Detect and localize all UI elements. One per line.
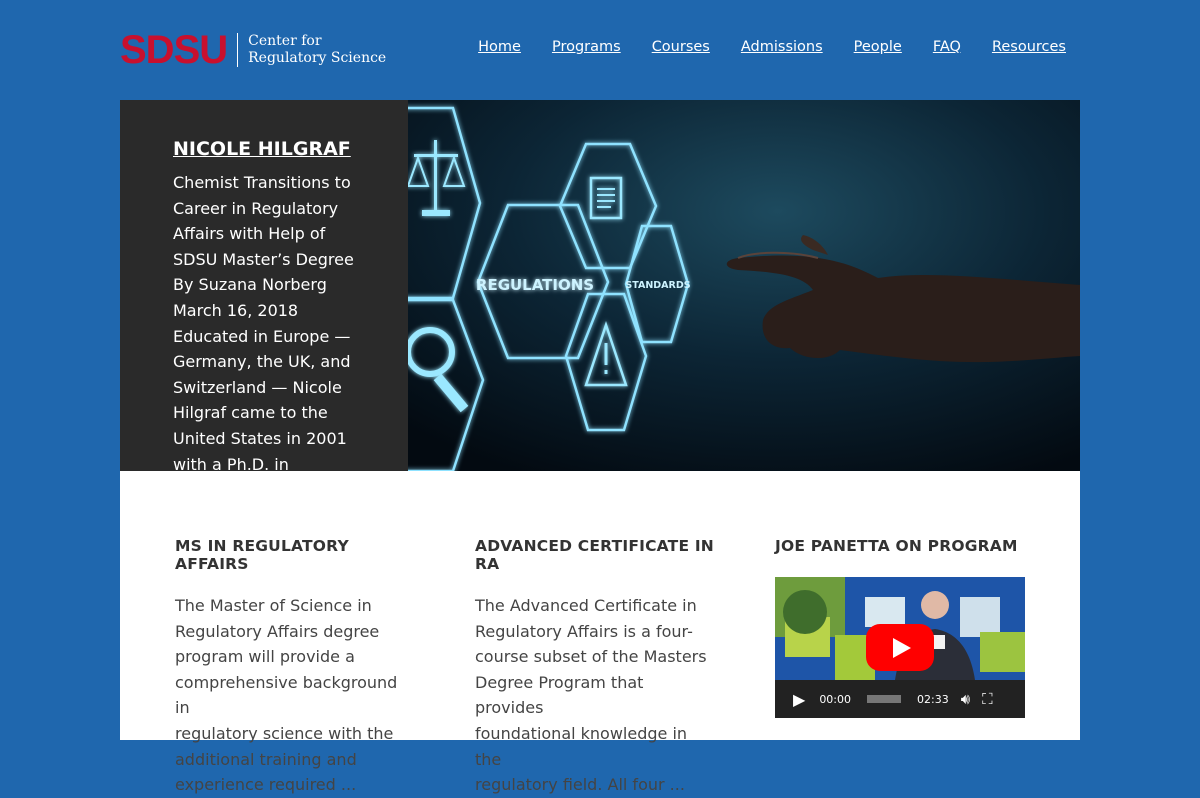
hero-line: Chemist Transitions to [173,173,351,192]
logo-line-1: Center for [248,33,322,49]
hero-line: By Suzana Norberg [173,275,327,295]
logo-divider [237,33,239,67]
hero-line: Affairs with Help of [173,224,326,244]
sdsu-logo-mark: SDSU [120,28,228,72]
col-line: additional training and [175,749,357,769]
col-line: course subset of the Masters [475,647,707,667]
hero-line: Switzerland — Nicole [173,377,342,397]
col-video-title: JOE PANETTA ON PROGRAM [775,537,1018,555]
col-line: The Advanced Certificate in [475,596,697,615]
hero-story-text: Chemist Transitions to Career in Regulat… [173,170,388,471]
current-time: 00:00 [819,692,852,706]
col-line: regulatory field. All four ... [475,775,685,795]
hero-line: Hilgraf came to the [173,403,328,423]
col-line: comprehensive background in [175,672,398,718]
col-cert-text: The Advanced Certificate in Regulatory A… [475,593,715,798]
hero-story: NICOLE HILGRAF Chemist Transitions to Ca… [120,100,408,471]
col-line: The Master of Science in [175,596,372,615]
col-line: experience required ... [175,775,357,795]
col-line: foundational knowledge in the [475,723,688,769]
content-area: MS IN REGULATORY AFFAIRS The Master of S… [120,471,1080,794]
standards-label: STANDARDS [625,280,690,291]
col-line: regulatory science with the [175,723,394,743]
nav-resources[interactable]: Resources [992,39,1066,55]
hero-illustration: REGULATIONS STANDARDS [408,100,1080,471]
col-cert: ADVANCED CERTIFICATE IN RA The Advanced … [475,471,715,798]
hero-line: Germany, the UK, and [173,352,351,372]
youtube-play-icon[interactable] [866,624,934,671]
logo-line-2: Regulatory Science [248,50,387,66]
col-ms: MS IN REGULATORY AFFAIRS The Master of S… [175,471,415,798]
seek-bar[interactable] [867,695,902,703]
hero-line: Educated in Europe — [173,326,351,346]
nav-programs[interactable]: Programs [552,39,621,55]
duration: 02:33 [917,692,949,706]
play-icon[interactable]: ▶ [793,690,805,709]
hero-line: March 16, 2018 [173,300,299,320]
col-cert-title: ADVANCED CERTIFICATE IN RA [475,537,714,573]
col-ms-title: MS IN REGULATORY AFFAIRS [175,537,349,573]
hero-image: REGULATIONS STANDARDS [408,100,1080,471]
main-nav: Home Programs Courses Admissions People … [478,39,1066,55]
volume-icon[interactable]: 🔊︎ [961,690,970,708]
hero-story-title-link[interactable]: NICOLE HILGRAF [173,138,388,160]
nav-courses[interactable]: Courses [652,39,710,55]
hero-slider: NICOLE HILGRAF Chemist Transitions to Ca… [120,100,1080,471]
hero-line: with a Ph.D. in [173,454,289,471]
sdsu-logo-link[interactable]: SDSU Center for Regulatory Science [120,26,386,74]
hero-line: Career in Regulatory [173,198,339,218]
nav-people[interactable]: People [854,39,902,55]
nav-admissions[interactable]: Admissions [741,39,823,55]
col-ms-text: The Master of Science in Regulatory Affa… [175,593,415,798]
col-line: Regulatory Affairs is a four- [475,621,693,641]
nav-faq[interactable]: FAQ [933,39,961,55]
logo-text: Center for Regulatory Science [248,33,386,67]
regulations-label: REGULATIONS [476,276,594,294]
hero-line: United States in 2001 [173,428,347,448]
col-line: Regulatory Affairs degree [175,621,380,641]
fullscreen-icon[interactable]: ⛶ [982,690,993,708]
video-controls: ▶ 00:00 02:33 🔊︎ ⛶ [775,680,1025,718]
nav-home[interactable]: Home [478,39,521,55]
hero-line: SDSU Master’s Degree [173,249,354,269]
col-video: JOE PANETTA ON PROGRAM [775,471,1035,555]
video-player[interactable]: ▶ 00:00 02:33 🔊︎ ⛶ [775,577,1025,718]
col-line: program will provide a [175,647,355,667]
site-header: SDSU Center for Regulatory Science Home … [0,0,1200,100]
col-line: Degree Program that provides [475,672,644,718]
